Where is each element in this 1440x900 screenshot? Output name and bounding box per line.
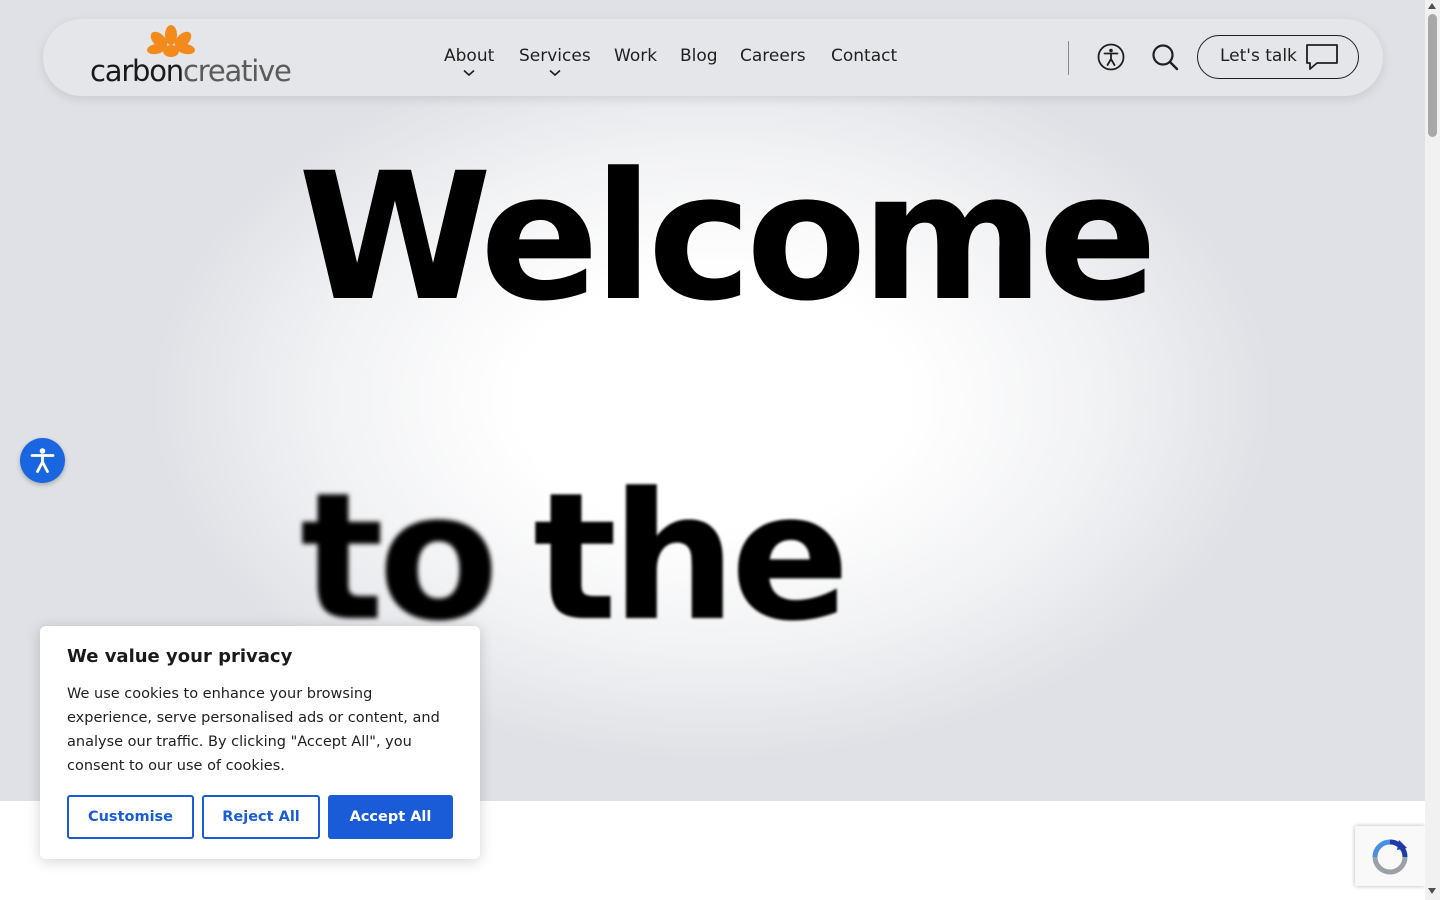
nav-item-services[interactable]: Services	[519, 45, 591, 77]
recaptcha-icon	[1372, 839, 1408, 875]
nav-item-work[interactable]: Work	[614, 45, 657, 67]
lets-talk-label: Let's talk	[1220, 46, 1297, 66]
nav-item-label: Blog	[680, 46, 718, 66]
logo-wordmark: carboncreative	[90, 54, 292, 88]
nav-item-careers[interactable]: Careers	[740, 45, 806, 67]
nav-item-label: Services	[519, 46, 591, 66]
site-logo[interactable]: carboncreative	[90, 25, 300, 87]
page-scrollbar[interactable]	[1425, 0, 1440, 900]
nav-item-about[interactable]: About	[444, 45, 495, 77]
cookie-consent-banner: We value your privacy We use cookies to …	[40, 626, 480, 859]
hero-heading-line-1: Welcome	[298, 135, 1158, 340]
reject-all-button[interactable]: Reject All	[202, 795, 320, 839]
accessibility-person-icon	[30, 448, 55, 473]
chevron-down-icon[interactable]	[549, 69, 561, 77]
nav-item-label: Careers	[740, 46, 806, 66]
accessibility-widget-button[interactable]	[20, 438, 65, 483]
site-header: carboncreative About Services Work Blog …	[43, 19, 1383, 96]
nav-item-label: Contact	[831, 46, 898, 66]
speech-bubble-icon	[1306, 44, 1338, 70]
scroll-down-arrow-icon[interactable]	[1428, 888, 1436, 894]
logo-text-creative: creative	[182, 54, 292, 88]
nav-item-label: Work	[614, 46, 658, 66]
scroll-up-arrow-icon[interactable]	[1428, 3, 1436, 9]
scrollbar-thumb[interactable]	[1428, 14, 1437, 137]
lets-talk-button[interactable]: Let's talk	[1197, 35, 1359, 79]
cookie-banner-text: We use cookies to enhance your browsing …	[67, 686, 440, 774]
search-icon[interactable]	[1149, 41, 1181, 73]
logo-text-carbon: carbon	[90, 54, 184, 88]
hero-heading-line-2: to the	[300, 455, 850, 660]
nav-divider	[1068, 41, 1069, 75]
cookie-banner-title: We value your privacy	[67, 646, 293, 667]
accessibility-icon[interactable]	[1095, 41, 1127, 73]
hero-word-the: the	[533, 455, 850, 660]
customise-button[interactable]: Customise	[67, 795, 194, 839]
nav-item-blog[interactable]: Blog	[680, 45, 718, 67]
accept-all-button[interactable]: Accept All	[328, 795, 453, 839]
nav-item-contact[interactable]: Contact	[831, 45, 897, 67]
chevron-down-icon[interactable]	[463, 69, 475, 77]
hero-word-to: to	[300, 455, 499, 660]
recaptcha-badge[interactable]	[1355, 826, 1425, 886]
nav-item-label: About	[444, 46, 495, 66]
